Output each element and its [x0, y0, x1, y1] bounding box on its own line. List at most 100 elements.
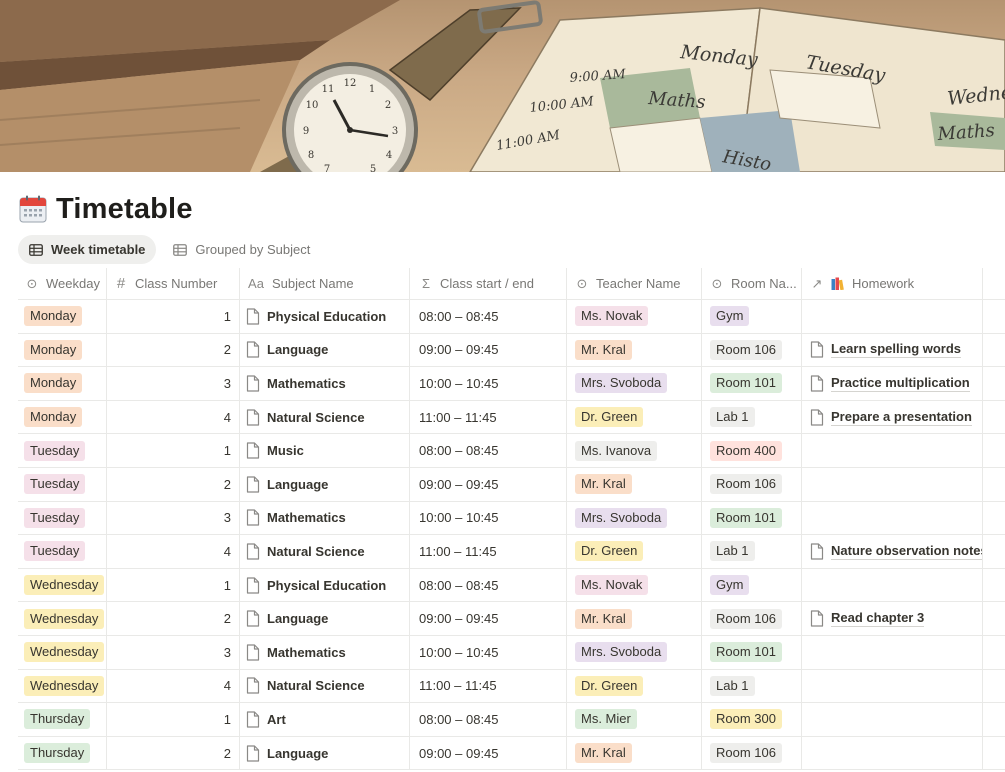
- class-time-cell[interactable]: 08:00 – 08:45: [410, 434, 567, 467]
- column-header-class-number[interactable]: # Class Number: [107, 268, 240, 299]
- table-row[interactable]: Wednesday 1 Physical Education 08:00 – 0…: [18, 568, 1005, 603]
- teacher-cell[interactable]: Dr. Green: [567, 400, 702, 434]
- table-row[interactable]: Wednesday 3 Mathematics 10:00 – 10:45 Mr…: [18, 635, 1005, 670]
- class-number-cell[interactable]: 4: [107, 669, 240, 703]
- room-cell[interactable]: Gym: [702, 300, 802, 333]
- room-cell[interactable]: Room 101: [702, 635, 802, 669]
- subject-cell[interactable]: Mathematics: [240, 501, 410, 535]
- teacher-cell[interactable]: Ms. Mier: [567, 703, 702, 736]
- room-cell[interactable]: Room 400: [702, 434, 802, 467]
- weekday-cell[interactable]: Thursday: [18, 703, 107, 736]
- class-number-cell[interactable]: 1: [107, 434, 240, 467]
- subject-cell[interactable]: Natural Science: [240, 400, 410, 434]
- class-number-cell[interactable]: 3: [107, 635, 240, 669]
- weekday-cell[interactable]: Tuesday: [18, 535, 107, 568]
- homework-cell[interactable]: Practice multiplication: [802, 367, 983, 400]
- table-row[interactable]: Monday 4 Natural Science 11:00 – 11:45 D…: [18, 400, 1005, 435]
- class-number-cell[interactable]: 1: [107, 300, 240, 333]
- class-time-cell[interactable]: 10:00 – 10:45: [410, 501, 567, 535]
- room-cell[interactable]: Lab 1: [702, 400, 802, 434]
- subject-cell[interactable]: Natural Science: [240, 669, 410, 703]
- class-time-cell[interactable]: 08:00 – 08:45: [410, 703, 567, 736]
- class-time-cell[interactable]: 10:00 – 10:45: [410, 635, 567, 669]
- calendar-icon[interactable]: [18, 194, 48, 224]
- table-row[interactable]: Wednesday 4 Natural Science 11:00 – 11:4…: [18, 669, 1005, 704]
- tab-week-timetable[interactable]: Week timetable: [18, 235, 157, 264]
- class-time-cell[interactable]: 08:00 – 08:45: [410, 300, 567, 333]
- table-row[interactable]: Tuesday 2 Language 09:00 – 09:45 Mr. Kra…: [18, 467, 1005, 502]
- subject-cell[interactable]: Language: [240, 736, 410, 770]
- teacher-cell[interactable]: Mrs. Svoboda: [567, 501, 702, 535]
- room-cell[interactable]: Room 106: [702, 467, 802, 501]
- table-row[interactable]: Thursday 2 Language 09:00 – 09:45 Mr. Kr…: [18, 736, 1005, 771]
- homework-cell[interactable]: Prepare a presentation: [802, 400, 983, 434]
- subject-cell[interactable]: Physical Education: [240, 300, 410, 333]
- teacher-cell[interactable]: Ms. Novak: [567, 300, 702, 333]
- subject-cell[interactable]: Mathematics: [240, 635, 410, 669]
- subject-cell[interactable]: Natural Science: [240, 535, 410, 568]
- homework-cell[interactable]: [802, 635, 983, 669]
- room-cell[interactable]: Room 106: [702, 602, 802, 635]
- teacher-cell[interactable]: Ms. Ivanova: [567, 434, 702, 467]
- weekday-cell[interactable]: Monday: [18, 300, 107, 333]
- weekday-cell[interactable]: Wednesday: [18, 635, 107, 669]
- class-time-cell[interactable]: 09:00 – 09:45: [410, 467, 567, 501]
- class-time-cell[interactable]: 10:00 – 10:45: [410, 367, 567, 400]
- subject-cell[interactable]: Language: [240, 602, 410, 635]
- column-header-weekday[interactable]: ⊙ Weekday: [18, 268, 107, 299]
- column-header-class-time[interactable]: Σ Class start / end: [410, 268, 567, 299]
- room-cell[interactable]: Lab 1: [702, 669, 802, 703]
- table-row[interactable]: Monday 1 Physical Education 08:00 – 08:4…: [18, 300, 1005, 334]
- class-number-cell[interactable]: 4: [107, 535, 240, 568]
- table-row[interactable]: Wednesday 2 Language 09:00 – 09:45 Mr. K…: [18, 602, 1005, 636]
- weekday-cell[interactable]: Monday: [18, 367, 107, 400]
- class-number-cell[interactable]: 1: [107, 568, 240, 602]
- weekday-cell[interactable]: Wednesday: [18, 602, 107, 635]
- column-header-subject-name[interactable]: Aa Subject Name: [240, 268, 410, 299]
- subject-cell[interactable]: Mathematics: [240, 367, 410, 400]
- weekday-cell[interactable]: Tuesday: [18, 467, 107, 501]
- weekday-cell[interactable]: Monday: [18, 400, 107, 434]
- subject-cell[interactable]: Art: [240, 703, 410, 736]
- teacher-cell[interactable]: Dr. Green: [567, 535, 702, 568]
- room-cell[interactable]: Room 106: [702, 333, 802, 367]
- column-header-room-name[interactable]: ⊙ Room Na...: [702, 268, 802, 299]
- homework-link[interactable]: Prepare a presentation: [831, 409, 972, 426]
- class-number-cell[interactable]: 4: [107, 400, 240, 434]
- subject-cell[interactable]: Language: [240, 467, 410, 501]
- class-number-cell[interactable]: 1: [107, 703, 240, 736]
- room-cell[interactable]: Room 300: [702, 703, 802, 736]
- class-time-cell[interactable]: 09:00 – 09:45: [410, 333, 567, 367]
- class-time-cell[interactable]: 11:00 – 11:45: [410, 669, 567, 703]
- table-row[interactable]: Thursday 1 Art 08:00 – 08:45 Ms. Mier Ro…: [18, 703, 1005, 737]
- homework-cell[interactable]: Nature observation notes: [802, 535, 983, 568]
- table-row[interactable]: Tuesday 4 Natural Science 11:00 – 11:45 …: [18, 535, 1005, 569]
- weekday-cell[interactable]: Tuesday: [18, 501, 107, 535]
- room-cell[interactable]: Gym: [702, 568, 802, 602]
- teacher-cell[interactable]: Ms. Novak: [567, 568, 702, 602]
- class-time-cell[interactable]: 11:00 – 11:45: [410, 535, 567, 568]
- class-time-cell[interactable]: 11:00 – 11:45: [410, 400, 567, 434]
- room-cell[interactable]: Room 106: [702, 736, 802, 770]
- homework-cell[interactable]: [802, 703, 983, 736]
- class-time-cell[interactable]: 08:00 – 08:45: [410, 568, 567, 602]
- class-number-cell[interactable]: 3: [107, 501, 240, 535]
- subject-cell[interactable]: Physical Education: [240, 568, 410, 602]
- class-number-cell[interactable]: 3: [107, 367, 240, 400]
- subject-cell[interactable]: Music: [240, 434, 410, 467]
- homework-link[interactable]: Nature observation notes: [831, 543, 982, 560]
- weekday-cell[interactable]: Thursday: [18, 736, 107, 770]
- homework-cell[interactable]: Read chapter 3: [802, 602, 983, 635]
- class-number-cell[interactable]: 2: [107, 333, 240, 367]
- teacher-cell[interactable]: Mr. Kral: [567, 602, 702, 635]
- tab-grouped-by-subject[interactable]: Grouped by Subject: [162, 235, 321, 264]
- homework-cell[interactable]: [802, 467, 983, 501]
- homework-cell[interactable]: [802, 736, 983, 770]
- homework-link[interactable]: Practice multiplication: [831, 375, 970, 392]
- homework-link[interactable]: Read chapter 3: [831, 610, 925, 628]
- weekday-cell[interactable]: Monday: [18, 333, 107, 367]
- class-time-cell[interactable]: 09:00 – 09:45: [410, 736, 567, 770]
- column-header-teacher-name[interactable]: ⊙ Teacher Name: [567, 268, 702, 299]
- room-cell[interactable]: Room 101: [702, 501, 802, 535]
- homework-cell[interactable]: [802, 300, 983, 333]
